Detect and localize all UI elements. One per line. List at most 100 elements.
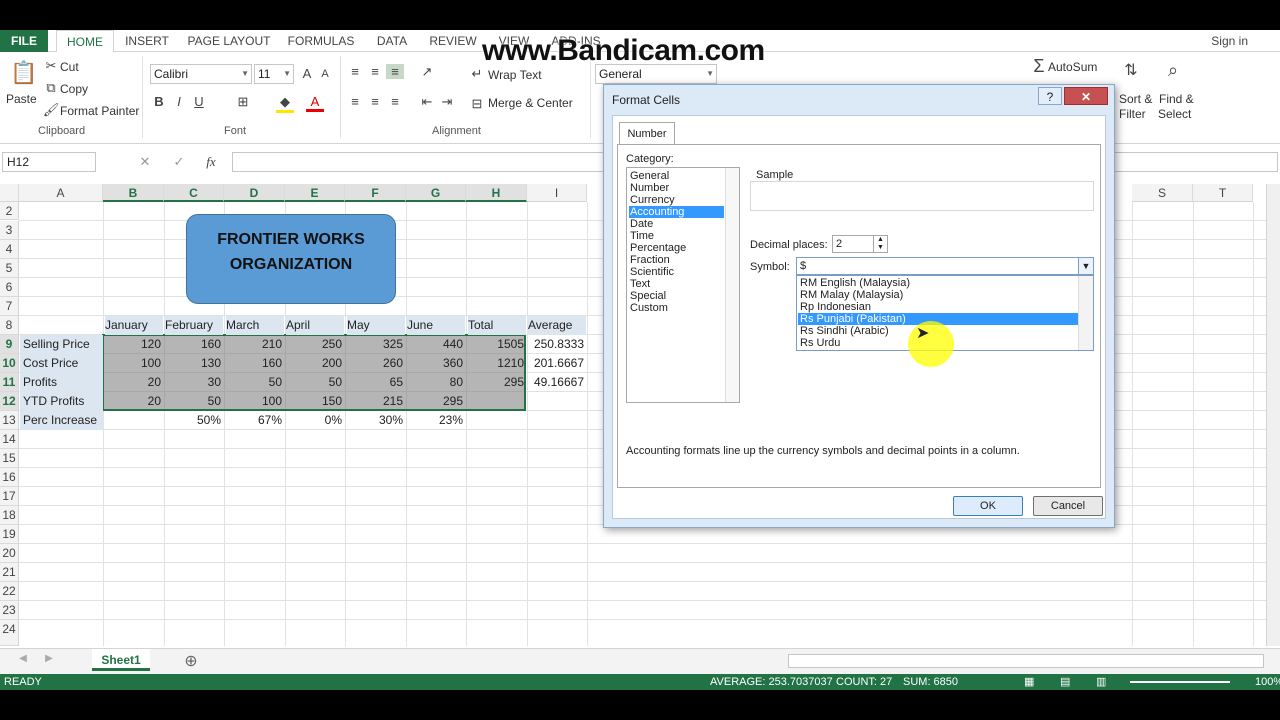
autosum-button[interactable]: AutoSum xyxy=(1048,60,1097,74)
category-item[interactable]: Custom xyxy=(629,302,724,314)
align-top-icon[interactable]: ≡ xyxy=(346,64,364,79)
data-cell[interactable]: 250 xyxy=(285,335,345,354)
copy-button[interactable]: Copy xyxy=(60,82,88,96)
find-select-button[interactable]: Find & xyxy=(1159,92,1194,106)
symbol-select[interactable]: $ ▼ xyxy=(796,257,1094,275)
row-header[interactable]: 4 xyxy=(0,240,19,259)
close-icon[interactable]: ✕ xyxy=(1064,87,1108,105)
data-cell[interactable]: 325 xyxy=(345,335,406,354)
data-cell[interactable]: 20 xyxy=(103,392,164,411)
data-cell[interactable]: 120 xyxy=(103,335,164,354)
tab-file[interactable]: FILE xyxy=(0,30,48,52)
header-cell[interactable]: May xyxy=(347,316,405,335)
category-item-selected[interactable]: Accounting xyxy=(629,206,724,218)
data-cell[interactable]: 50 xyxy=(224,373,285,392)
row-label-cell[interactable]: Profits xyxy=(20,373,103,392)
decrease-font-icon[interactable]: A xyxy=(316,68,334,80)
row-label-cell[interactable]: YTD Profits xyxy=(20,392,103,411)
row-header[interactable]: 13 xyxy=(0,411,19,430)
row-header[interactable]: 14 xyxy=(0,430,19,449)
category-item[interactable]: Scientific xyxy=(629,266,724,278)
data-cell[interactable]: 50% xyxy=(164,411,224,430)
data-cell[interactable]: 160 xyxy=(224,354,285,373)
header-cell[interactable]: June xyxy=(407,316,465,335)
help-button[interactable]: ? xyxy=(1038,87,1062,105)
decrease-indent-icon[interactable]: ⇤ xyxy=(418,94,436,110)
row-header[interactable]: 2 xyxy=(0,202,19,220)
row-header[interactable]: 15 xyxy=(0,449,19,468)
row-header[interactable]: 23 xyxy=(0,601,19,620)
data-cell[interactable]: 130 xyxy=(164,354,224,373)
cancel-icon[interactable]: ✕ xyxy=(136,154,154,170)
orientation-icon[interactable]: ↗ xyxy=(418,64,436,80)
data-cell[interactable]: 200 xyxy=(285,354,345,373)
header-cell[interactable]: January xyxy=(105,316,163,335)
row-header[interactable]: 3 xyxy=(0,221,19,240)
underline-icon[interactable]: U xyxy=(190,94,208,109)
column-header[interactable]: C xyxy=(164,184,224,202)
category-item[interactable]: General xyxy=(629,170,724,182)
page-layout-view-icon[interactable]: ▤ xyxy=(1060,674,1070,690)
data-cell[interactable]: 360 xyxy=(406,354,466,373)
row-header[interactable]: 17 xyxy=(0,487,19,506)
header-cell[interactable]: March xyxy=(226,316,284,335)
function-icon[interactable]: fx xyxy=(202,154,220,170)
category-item[interactable]: Percentage xyxy=(629,242,724,254)
font-name-select[interactable]: Calibri ▼ xyxy=(150,64,252,84)
data-cell[interactable]: 30% xyxy=(345,411,406,430)
row-header[interactable]: 12 xyxy=(0,392,19,411)
cut-button[interactable]: Cut xyxy=(60,60,79,74)
symbol-option[interactable]: RM English (Malaysia) xyxy=(798,277,1078,289)
align-middle-icon[interactable]: ≡ xyxy=(366,64,384,79)
data-cell[interactable]: 50 xyxy=(164,392,224,411)
ok-button[interactable]: OK xyxy=(953,496,1023,516)
title-shape[interactable]: FRONTIER WORKS ORGANIZATION xyxy=(186,214,396,304)
italic-icon[interactable]: I xyxy=(170,94,188,109)
row-header[interactable]: 22 xyxy=(0,582,19,601)
prev-sheet-icon[interactable]: ◀ xyxy=(14,653,32,664)
zoom-level[interactable]: 100% xyxy=(1255,674,1280,690)
category-item[interactable]: Number xyxy=(629,182,724,194)
name-box[interactable]: H12 xyxy=(2,152,96,172)
category-item[interactable]: Date xyxy=(629,218,724,230)
align-right-icon[interactable]: ≡ xyxy=(386,94,404,109)
row-header[interactable]: 24 xyxy=(0,620,19,646)
data-cell[interactable]: 67% xyxy=(224,411,285,430)
column-header[interactable]: S xyxy=(1132,184,1193,202)
data-cell[interactable]: 215 xyxy=(345,392,406,411)
data-cell[interactable]: 65 xyxy=(345,373,406,392)
sheet-tab[interactable]: Sheet1 xyxy=(92,649,150,671)
font-size-select[interactable]: 11 ▼ xyxy=(254,64,294,84)
row-header[interactable]: 20 xyxy=(0,544,19,563)
data-cell[interactable]: 1505 xyxy=(466,335,527,354)
zoom-slider[interactable] xyxy=(1130,681,1230,683)
header-cell[interactable]: Total xyxy=(468,316,526,335)
category-scrollbar[interactable] xyxy=(725,168,739,402)
tab-insert[interactable]: INSERT xyxy=(120,30,174,52)
increase-font-icon[interactable]: A xyxy=(298,66,316,81)
row-header[interactable]: 7 xyxy=(0,297,19,316)
row-header[interactable]: 8 xyxy=(0,316,19,335)
row-header[interactable]: 9 xyxy=(0,335,19,354)
horizontal-scrollbar[interactable] xyxy=(788,654,1264,668)
data-cell[interactable]: 295 xyxy=(406,392,466,411)
merge-center-button[interactable]: Merge & Center xyxy=(488,96,573,110)
data-cell[interactable]: 201.6667 xyxy=(527,354,587,373)
header-cell[interactable]: April xyxy=(286,316,344,335)
column-header[interactable]: D xyxy=(224,184,285,202)
bold-icon[interactable]: B xyxy=(150,94,168,109)
data-cell[interactable]: 260 xyxy=(345,354,406,373)
header-cell[interactable]: February xyxy=(165,316,223,335)
select-all-corner[interactable] xyxy=(0,184,19,202)
row-header[interactable]: 6 xyxy=(0,278,19,297)
add-sheet-icon[interactable]: ⊕ xyxy=(182,651,200,671)
symbol-option[interactable]: RM Malay (Malaysia) xyxy=(798,289,1078,301)
data-cell[interactable]: 49.16667 xyxy=(527,373,587,392)
category-item[interactable]: Currency xyxy=(629,194,724,206)
category-item[interactable]: Special xyxy=(629,290,724,302)
tab-review[interactable]: REVIEW xyxy=(426,30,480,52)
data-cell[interactable]: 210 xyxy=(224,335,285,354)
vertical-scrollbar[interactable] xyxy=(1266,184,1280,646)
fill-color-icon[interactable]: ◆ xyxy=(276,94,294,113)
align-center-icon[interactable]: ≡ xyxy=(366,94,384,109)
